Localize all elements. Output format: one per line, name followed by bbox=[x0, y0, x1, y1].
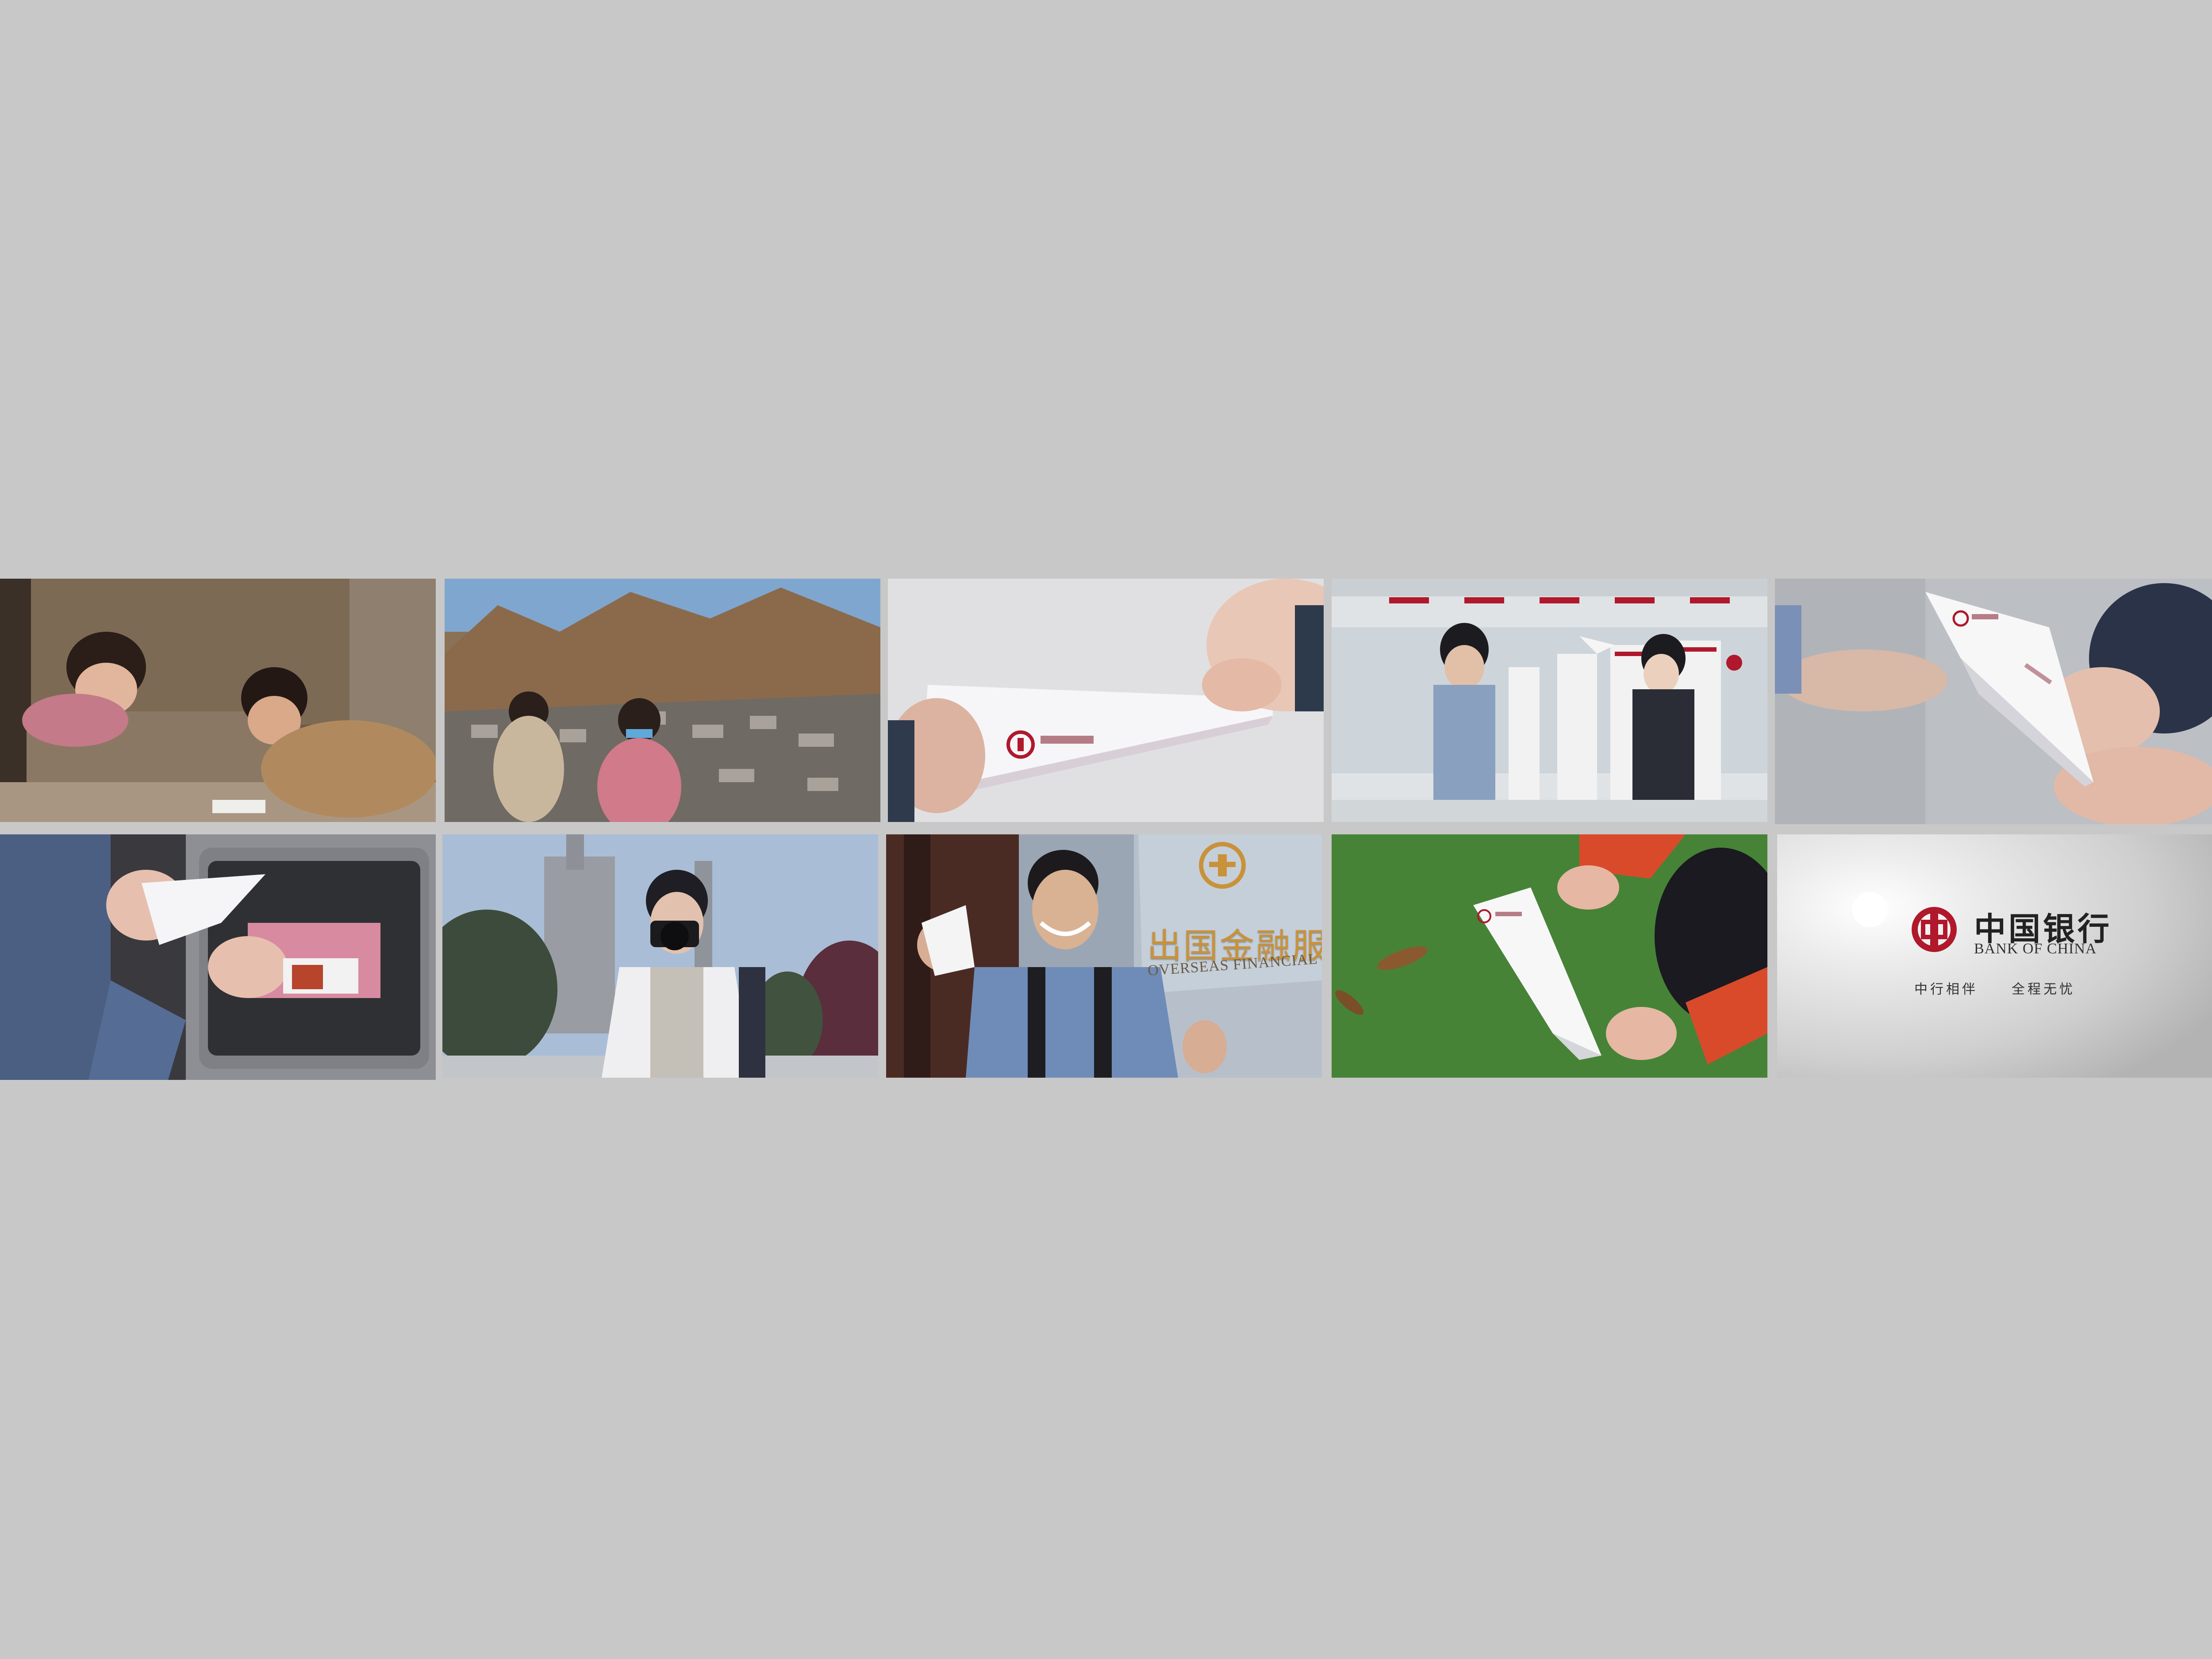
frame-plane-on-grass-image bbox=[1332, 834, 1767, 1078]
frame-mountain-village-image bbox=[445, 579, 880, 822]
frame-mountain-village bbox=[445, 579, 880, 822]
slogan-right: 全程无忧 bbox=[2012, 982, 2075, 997]
frame-passing-plane bbox=[1775, 579, 2212, 824]
frame-overseas-service: 出国金融服务 OVERSEAS FINANCIAL SERVICE bbox=[886, 834, 1322, 1078]
frame-folding-paper bbox=[888, 579, 1324, 822]
frame-passing-plane-image bbox=[1775, 579, 2212, 824]
frame-bank-branch bbox=[1332, 579, 1767, 822]
frame-bank-branch-image bbox=[1332, 579, 1767, 822]
frame-folding-paper-image bbox=[888, 579, 1324, 822]
frame-children-drawing-image bbox=[0, 579, 436, 822]
frame-photographer bbox=[442, 834, 878, 1078]
slogan-left: 中行相伴 bbox=[1914, 982, 1978, 997]
frame-children-drawing bbox=[0, 579, 436, 822]
frame-photographer-image bbox=[442, 834, 878, 1078]
frame-end-card: 中国银行 BANK OF CHINA 中行相伴 全程无忧 bbox=[1777, 834, 2212, 1078]
frame-packing-suitcase bbox=[0, 834, 436, 1080]
bank-name-english: BANK OF CHINA bbox=[1974, 941, 2097, 957]
frame-packing-suitcase-image bbox=[0, 834, 436, 1080]
frame-plane-on-grass bbox=[1332, 834, 1767, 1078]
